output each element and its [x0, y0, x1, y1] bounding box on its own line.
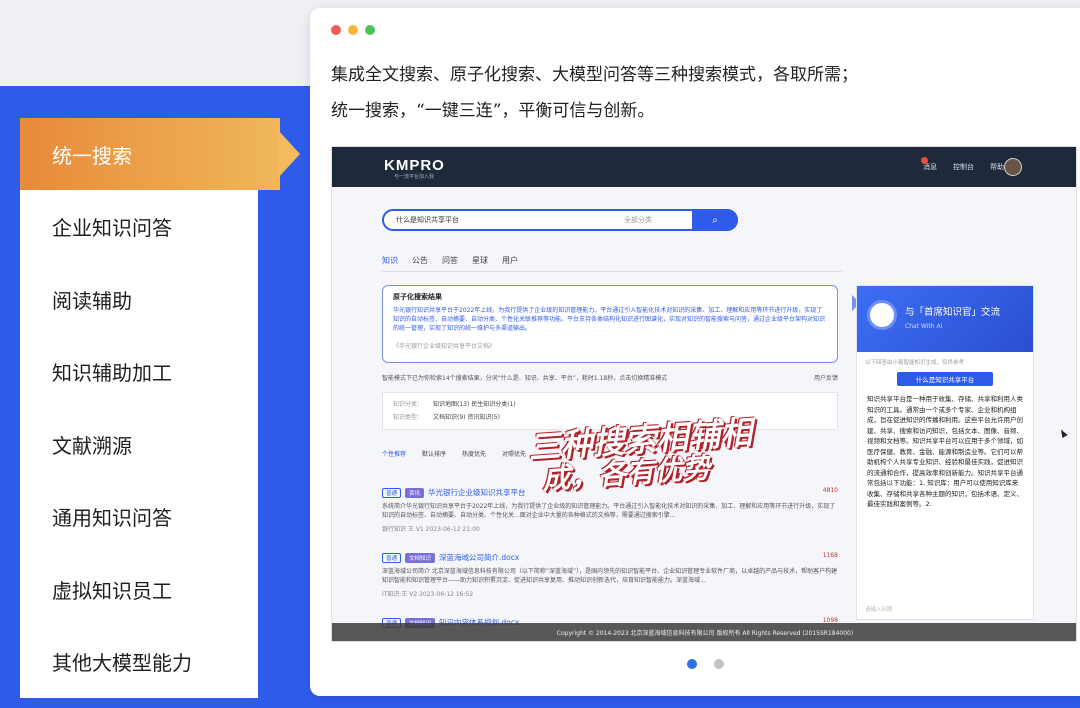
result-meta: IT知识 王 V2 2023-06-12 16:52 [382, 591, 474, 598]
chat-question-button[interactable]: 什么是知识共享平台 [897, 372, 993, 386]
tab-planet[interactable]: 星球 [472, 255, 488, 266]
carousel-pager [687, 659, 724, 669]
feedback-link[interactable]: 用户反馈 [814, 373, 838, 382]
chat-title: 与「首席知识官」交流 [905, 307, 1001, 318]
tab-announcement[interactable]: 公告 [412, 255, 428, 266]
mouse-cursor-icon [1058, 428, 1068, 438]
filter-type-key: 知识类型： [393, 414, 424, 421]
ai-card-title: 原子化搜索结果 [393, 293, 442, 301]
result-hot-count: 1168 [822, 552, 838, 559]
close-dot-icon [331, 25, 341, 35]
chat-answer: 知识共享平台是一种用于收集、存储、共享和利用人类知识的工具。通常由一个或多个专家… [867, 395, 1023, 508]
app-screenshot: KMPRO 与一流平台加入我 消息 控制台 帮助中心 什么是知识共享平台 全部分… [331, 146, 1077, 642]
user-avatar[interactable] [1004, 158, 1022, 176]
app-logo-subtitle: 与一流平台加入我 [394, 174, 435, 180]
chat-panel: 与「首席知识官」交流 Chat With AI 以下回答由小易智能知识生成，仅供… [856, 285, 1034, 620]
sort-hot[interactable]: 热度优先 [462, 449, 486, 458]
menu-item-label: 其他大模型能力 [52, 650, 192, 675]
menu-item-label: 统一搜索 [52, 143, 132, 168]
app-topbar: KMPRO 与一流平台加入我 消息 控制台 帮助中心 [332, 147, 1076, 187]
panel-description-line1: 集成全文搜索、原子化搜索、大模型问答等三种搜索模式，各取所需； [331, 65, 858, 85]
search-button[interactable]: ⌕ [692, 209, 738, 231]
result-tag: 文档知识 [405, 552, 436, 563]
app-logo: KMPRO [384, 157, 445, 174]
pager-dot[interactable] [714, 659, 724, 669]
result-title-row: 普通 文档知识 深蓝海域公司简介.docx [382, 552, 838, 563]
content-panel: 集成全文搜索、原子化搜索、大模型问答等三种搜索模式，各取所需； 统一搜索，“一键… [310, 8, 1080, 696]
menu-item-enterprise-qa[interactable]: 企业知识问答 [20, 190, 258, 262]
window-controls [331, 25, 375, 35]
sort-compare[interactable]: 对照优先 [502, 449, 526, 458]
result-hot-count: 4810 [822, 487, 838, 494]
result-meta: 银行知识 王 V1 2023-06-12 21:00 [382, 526, 480, 533]
notification-badge [921, 157, 928, 164]
sort-options: 个性推荐 默认排序 热度优先 对照优先 [382, 449, 526, 458]
ai-card-source-link[interactable]: 《华光银行企业级知识共享平台文档》 [393, 341, 827, 350]
chat-header: 与「首席知识官」交流 Chat With AI [857, 286, 1033, 352]
nav-console[interactable]: 控制台 [953, 162, 974, 172]
result-tag: 资讯 [405, 487, 425, 498]
menu-item-knowledge-processing[interactable]: 知识辅助加工 [20, 335, 258, 407]
menu-item-virtual-employee[interactable]: 虚拟知识员工 [20, 553, 258, 625]
atomic-search-card: 原子化搜索结果 华光银行知识共享平台于2022年上线，为我行提供了企业级的知识管… [382, 285, 838, 363]
menu-item-label: 虚拟知识员工 [52, 578, 172, 603]
search-category-select[interactable]: 全部分类 [624, 215, 652, 225]
menu-item-unified-search[interactable]: 统一搜索 [20, 118, 280, 190]
tab-knowledge[interactable]: 知识 [382, 255, 398, 266]
panel-description-line2: 统一搜索，“一键三连”，平衡可信与创新。 [331, 101, 655, 121]
menu-item-general-qa[interactable]: 通用知识问答 [20, 480, 258, 552]
result-tabs: 知识 公告 问答 星球 用户 [382, 255, 518, 266]
chat-subtitle: Chat With AI [905, 323, 943, 330]
chat-input[interactable]: 请输入问题 [865, 605, 893, 613]
tab-divider [382, 271, 842, 272]
chat-hint: 以下回答由小易智能知识生成，仅供参考 [865, 360, 965, 366]
menu-item-literature-tracing[interactable]: 文献溯源 [20, 408, 258, 480]
menu-item-label: 文献溯源 [52, 433, 132, 458]
tab-qa[interactable]: 问答 [442, 255, 458, 266]
filter-category-values[interactable]: 知识地图(13) 民生知识分类(1) [433, 401, 516, 408]
menu-item-reading-assist[interactable]: 阅读辅助 [20, 263, 258, 335]
search-input[interactable]: 什么是知识共享平台 全部分类 ⌕ [382, 209, 738, 231]
sort-personal[interactable]: 个性推荐 [382, 449, 406, 458]
robot-avatar-icon [867, 300, 897, 330]
tab-users[interactable]: 用户 [502, 255, 518, 266]
result-tag: 普通 [382, 552, 402, 563]
result-item[interactable]: 普通 文档知识 深蓝海域公司简介.docx 1168 深蓝海域公司简介 北京深蓝海域… [382, 552, 838, 598]
menu-item-label: 通用知识问答 [52, 505, 172, 530]
minimize-dot-icon [348, 25, 358, 35]
active-pointer-arrow [278, 130, 300, 178]
menu-item-label: 知识辅助加工 [52, 360, 172, 385]
pager-dot-active[interactable] [687, 659, 697, 669]
ai-card-body: 华光银行知识共享平台于2022年上线，为我行提供了企业级的知识管理能力。平台通过… [393, 307, 826, 332]
result-body: 系统简介华光银行知识共享平台于2022年上线，为我行提供了企业级的知识管理能力。… [382, 503, 836, 519]
maximize-dot-icon [365, 25, 375, 35]
filter-type-values[interactable]: 文档知识(9) 资讯知识(5) [433, 414, 500, 421]
sort-default[interactable]: 默认排序 [422, 449, 446, 458]
search-value: 什么是知识共享平台 [396, 216, 459, 224]
app-footer: Copyright © 2014-2023 北京深蓝海域信息科技有限公司 版权所… [332, 623, 1076, 641]
menu-item-other-llm[interactable]: 其他大模型能力 [20, 625, 258, 697]
result-tag: 普通 [382, 487, 402, 498]
menu-item-label: 企业知识问答 [52, 215, 172, 240]
filter-category-key: 知识分类： [393, 401, 424, 408]
result-item[interactable]: 普通 资讯 华光银行企业级知识共享平台 4810 系统简介华光银行知识共享平台于20… [382, 487, 838, 533]
feature-menu: 统一搜索 企业知识问答 阅读辅助 知识辅助加工 文献溯源 通用知识问答 虚拟知识… [20, 118, 280, 698]
result-title[interactable]: 深蓝海域公司简介.docx [439, 552, 519, 563]
search-icon: ⌕ [712, 214, 718, 226]
menu-item-label: 阅读辅助 [52, 288, 132, 313]
result-title[interactable]: 华光银行企业级知识共享平台 [428, 487, 526, 498]
result-body: 深蓝海域公司简介 北京深蓝海域信息科技有限公司（以下简称“深蓝海域”），是国内领… [382, 568, 838, 584]
search-meta-text: 智能模式下已为你检索14个搜索结果，分词“什么是、知识、共享、平台”，耗时1.1… [382, 375, 668, 382]
